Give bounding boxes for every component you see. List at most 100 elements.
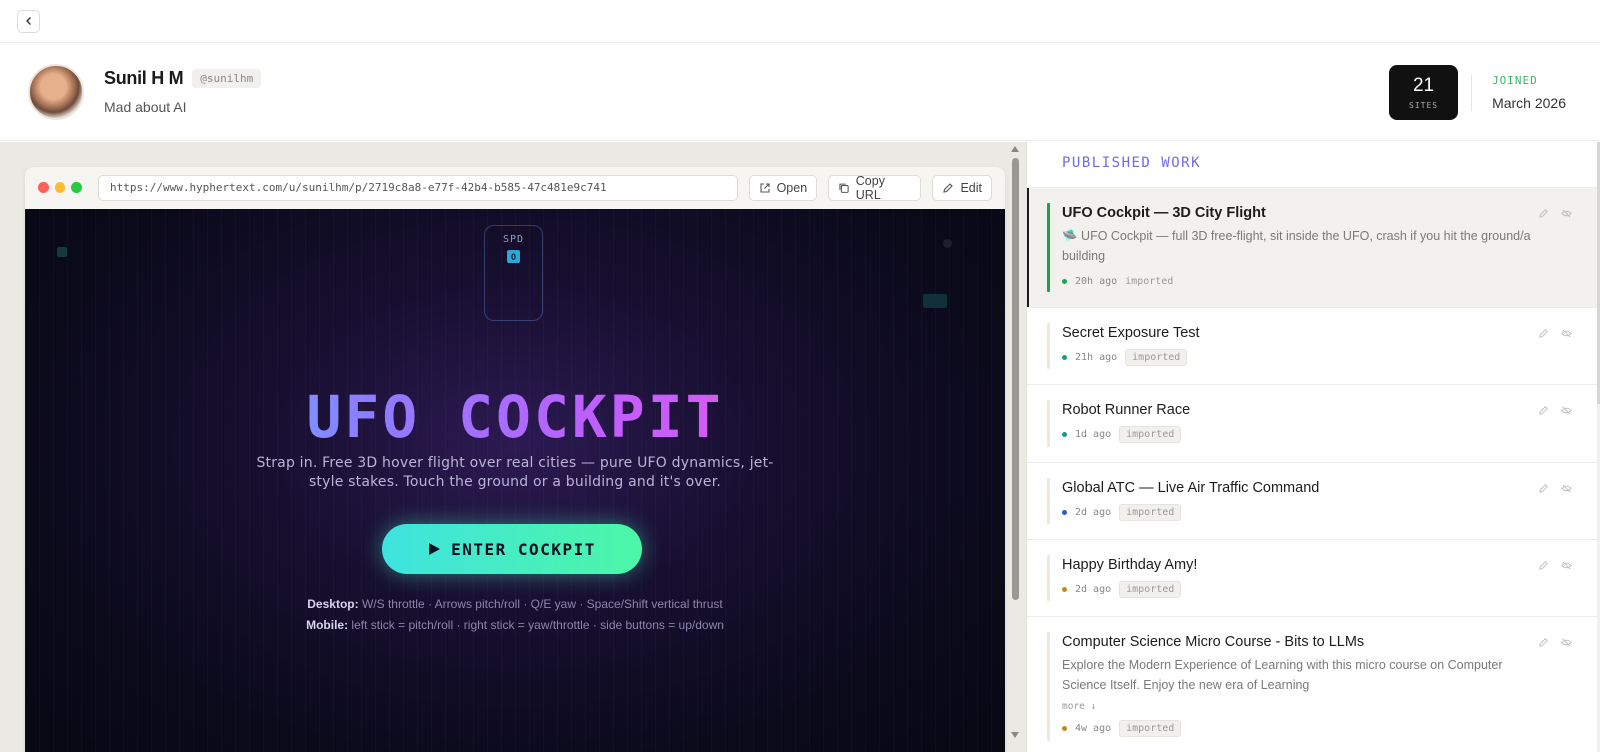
item-time: 20h ago [1075, 276, 1118, 287]
eye-off-icon[interactable] [1561, 328, 1572, 339]
item-time: 4w ago [1075, 723, 1112, 734]
item-time: 2d ago [1075, 507, 1112, 518]
published-item[interactable]: Secret Exposure Test 21h ago imported [1027, 307, 1600, 384]
pencil-icon[interactable] [1538, 208, 1549, 219]
item-tag: imported [1119, 720, 1182, 737]
published-work-title: PUBLISHED WORK [1062, 155, 1202, 171]
speed-gauge: SPD 0 [484, 225, 543, 321]
profile-name: Sunil H M [104, 68, 184, 88]
published-item[interactable]: Robot Runner Race 1d ago imported [1027, 384, 1600, 462]
active-indicator [1027, 188, 1029, 307]
maximize-dot-icon[interactable] [71, 182, 82, 193]
copy-url-label: Copy URL [855, 173, 885, 202]
item-description: 🛸 UFO Cockpit — full 3D free-flight, sit… [1062, 229, 1531, 263]
site-preview[interactable]: SPD 0 UFO COCKPIT Strap in. Free 3D hove… [25, 209, 1005, 752]
item-description: Explore the Modern Experience of Learnin… [1062, 658, 1503, 692]
edit-label: Edit [960, 180, 982, 195]
avatar [28, 63, 84, 120]
eye-off-icon[interactable] [1561, 405, 1572, 416]
status-dot [1062, 279, 1067, 284]
item-title: UFO Cockpit — 3D City Flight [1062, 205, 1266, 221]
sites-label: SITES [1409, 101, 1439, 110]
pencil-icon[interactable] [1538, 328, 1549, 339]
item-tag: imported [1125, 349, 1188, 366]
eye-off-icon[interactable] [1561, 637, 1572, 648]
desktop-label: Desktop: [307, 597, 359, 611]
browser-chrome: https://www.hyphertext.com/u/sunilhm/p/2… [25, 167, 1005, 208]
status-dot [1062, 510, 1067, 515]
status-dot [1062, 432, 1067, 437]
hero-title: UFO COCKPIT [25, 383, 1005, 451]
item-tag: imported [1125, 276, 1174, 287]
eye-off-icon[interactable] [1561, 483, 1572, 494]
open-label: Open [776, 180, 808, 195]
published-item[interactable]: Computer Science Micro Course - Bits to … [1027, 616, 1600, 752]
mobile-controls: left stick = pitch/roll · right stick = … [351, 618, 724, 632]
item-accent-bar [1047, 632, 1050, 741]
external-link-icon [760, 182, 770, 193]
scrollbar-thumb[interactable] [1012, 158, 1019, 600]
item-tag: imported [1119, 581, 1182, 598]
stats-divider [1471, 74, 1473, 111]
hud-indicator [923, 294, 947, 308]
hero-subtitle: Strap in. Free 3D hover flight over real… [256, 455, 774, 490]
speed-label: SPD [502, 234, 525, 245]
url-field[interactable]: https://www.hyphertext.com/u/sunilhm/p/2… [97, 174, 738, 201]
item-accent-bar [1047, 203, 1050, 292]
status-dot [1062, 726, 1067, 731]
item-tag: imported [1119, 504, 1182, 521]
preview-scrollbar[interactable] [1008, 142, 1022, 752]
hud-indicator [943, 239, 952, 248]
joined-label: JOINED [1492, 74, 1538, 87]
speed-value: 0 [507, 250, 520, 263]
more-toggle[interactable]: more ↓ [1062, 701, 1540, 712]
profile-bio: Mad about AI [104, 99, 187, 115]
mobile-label: Mobile: [306, 618, 349, 632]
published-item[interactable]: Global ATC — Live Air Traffic Command 2d… [1027, 462, 1600, 539]
enter-cockpit-button[interactable]: ENTER COCKPIT [382, 524, 642, 574]
browser-frame: https://www.hyphertext.com/u/sunilhm/p/2… [25, 167, 1005, 752]
item-title: Global ATC — Live Air Traffic Command [1062, 480, 1320, 496]
scroll-up-icon[interactable] [1011, 146, 1019, 152]
play-icon [429, 543, 441, 555]
minimize-dot-icon[interactable] [54, 182, 66, 193]
sites-count: 21 [1412, 75, 1435, 96]
sites-count-box: 21 SITES [1389, 65, 1459, 120]
item-accent-bar [1047, 400, 1050, 447]
enter-cockpit-label: ENTER COCKPIT [451, 539, 596, 559]
published-item[interactable]: Happy Birthday Amy! 2d ago imported [1027, 539, 1600, 616]
status-dot [1062, 587, 1067, 592]
item-title: Robot Runner Race [1062, 402, 1191, 418]
eye-off-icon[interactable] [1561, 208, 1572, 219]
desktop-controls: W/S throttle · Arrows pitch/roll · Q/E y… [361, 597, 723, 611]
pencil-icon[interactable] [1538, 483, 1549, 494]
item-time: 2d ago [1075, 584, 1112, 595]
back-button[interactable] [17, 9, 40, 33]
scroll-down-icon[interactable] [1011, 732, 1019, 738]
item-tag: imported [1119, 426, 1182, 443]
pencil-icon[interactable] [1538, 405, 1549, 416]
preview-pane: https://www.hyphertext.com/u/sunilhm/p/2… [0, 142, 1026, 752]
copy-url-button[interactable]: Copy URL [828, 173, 922, 202]
controls-help: Desktop: W/S throttle · Arrows pitch/rol… [25, 594, 1005, 636]
chevron-left-icon [25, 17, 31, 25]
published-work-panel: PUBLISHED WORK UFO Cockpit — 3D City Fli… [1026, 142, 1600, 752]
item-time: 21h ago [1075, 352, 1118, 363]
hud-indicator [57, 247, 67, 257]
item-title: Happy Birthday Amy! [1062, 557, 1198, 573]
edit-button[interactable]: Edit [932, 174, 992, 201]
profile-header: Sunil H M @sunilhm Mad about AI 21 SITES… [0, 43, 1600, 141]
item-accent-bar [1047, 323, 1050, 369]
item-title: Secret Exposure Test [1062, 325, 1200, 341]
published-item[interactable]: UFO Cockpit — 3D City Flight 🛸 UFO Cockp… [1027, 187, 1600, 307]
pencil-icon [943, 182, 954, 193]
close-dot-icon[interactable] [38, 182, 49, 193]
pencil-icon[interactable] [1538, 560, 1549, 571]
open-button[interactable]: Open [748, 174, 818, 201]
item-title: Computer Science Micro Course - Bits to … [1062, 634, 1365, 650]
status-dot [1062, 355, 1067, 360]
eye-off-icon[interactable] [1561, 560, 1572, 571]
joined-value: March 2026 [1492, 95, 1566, 111]
profile-stats: 21 SITES JOINED March 2026 [1389, 65, 1566, 120]
pencil-icon[interactable] [1538, 637, 1549, 648]
